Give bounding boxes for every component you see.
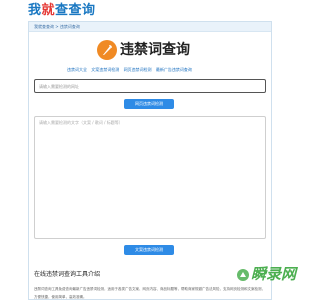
logo-part-2: 就 <box>41 3 56 18</box>
main-card: 我就查查询 > 违禁词查询 违禁词查询 违禁词大全 文案违禁词检测 网页违禁词检… <box>28 21 272 300</box>
watermark: 瞬录网 <box>236 265 300 287</box>
logo-part-1: 我 <box>28 3 42 18</box>
tool-brand: 违禁词查询 <box>97 40 207 60</box>
site-header: 我就查查询 <box>0 0 300 20</box>
text-input[interactable] <box>34 116 266 239</box>
intro-title: 在线违禁词查询工具介绍 <box>34 271 101 278</box>
intro-text: 违禁词查询工具免费查询最新广告违禁词检测，适用于各类广告文案、网页内容、商品标题… <box>34 287 265 299</box>
link-copy-check[interactable]: 文案违禁词检测 <box>91 67 119 72</box>
breadcrumb: 我就查查询 > 违禁词查询 <box>29 22 271 32</box>
breadcrumb-home[interactable]: 我就查查询 <box>34 24 54 29</box>
breadcrumb-current: 违禁词查询 <box>59 24 80 29</box>
leaf-icon <box>236 267 250 281</box>
quick-links: 违禁词大全 文案违禁词检测 网页违禁词检测 最新广告违禁词查询 <box>67 66 237 74</box>
url-input[interactable] <box>34 79 266 93</box>
watermark-text: 瞬录网 <box>251 265 297 283</box>
link-latest-ad-words[interactable]: 最新广告违禁词查询 <box>156 67 192 72</box>
link-webpage-check[interactable]: 网页违禁词检测 <box>124 67 152 72</box>
tool-title: 违禁词查询 <box>120 42 190 58</box>
webpage-check-button[interactable]: 网页违禁词检测 <box>124 99 174 109</box>
copy-check-button[interactable]: 文案违禁词检测 <box>124 245 174 255</box>
quill-icon <box>97 40 117 60</box>
logo-part-3: 查查询 <box>55 3 96 18</box>
site-logo[interactable]: 我就查查询 <box>28 4 96 18</box>
link-banned-words-list[interactable]: 违禁词大全 <box>67 67 87 72</box>
